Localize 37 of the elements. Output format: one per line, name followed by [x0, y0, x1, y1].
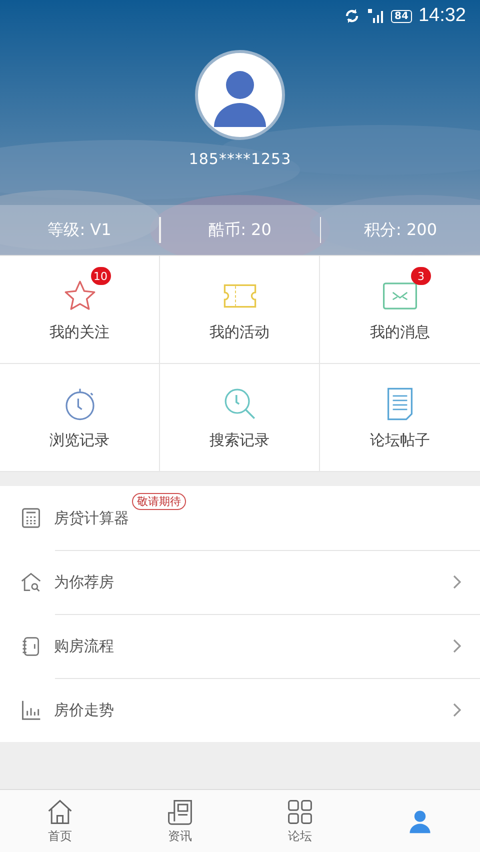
status-time: 14:32 [418, 5, 466, 27]
grid-item[interactable]: 浏览记录 [0, 364, 160, 472]
menu-item[interactable]: 房价走势 [0, 678, 480, 742]
coming-soon-tag: 敬请期待 [132, 492, 186, 510]
nav-tab[interactable]: 论坛 [240, 790, 360, 852]
menu-label: 为你荐房 [54, 572, 114, 592]
grid-item[interactable]: 论坛帖子 [320, 364, 480, 472]
grid-item[interactable]: 10 我的关注 [0, 256, 160, 364]
nav-tab[interactable]: 首页 [0, 790, 120, 852]
count-badge: 10 [90, 267, 110, 285]
grid-icon [286, 798, 314, 826]
menu-item[interactable]: 购房流程 [0, 614, 480, 678]
chevron-right-icon [452, 574, 462, 590]
chevron-right-icon [452, 702, 462, 718]
chevron-right-icon [452, 638, 462, 654]
grid-item[interactable]: 搜索记录 [160, 364, 320, 472]
menu-label: 房价走势 [54, 700, 114, 720]
home-icon [46, 798, 74, 826]
bar-chart-icon [20, 699, 42, 721]
count-badge: 3 [411, 267, 431, 285]
menu-label: 购房流程 [54, 636, 114, 656]
newspaper-icon [166, 798, 194, 826]
notebook-icon [20, 635, 42, 657]
menu-item[interactable]: 房贷计算器 敬请期待 [0, 486, 480, 550]
calculator-icon [20, 507, 42, 529]
battery-indicator: 84 [390, 10, 412, 22]
nav-tab[interactable]: 资讯 [120, 790, 240, 852]
stat-label: 积分: 200 [362, 220, 438, 240]
signal-icon [366, 8, 385, 24]
grid-item[interactable]: 我的活动 [160, 256, 320, 364]
house-search-icon [20, 571, 42, 593]
menu-item[interactable]: 为你荐房 [0, 550, 480, 614]
stat-label: 酷币: 20 [208, 220, 272, 240]
phone-number: 185****1253 [188, 150, 292, 168]
stat-label: 等级: V1 [46, 220, 112, 240]
grid-item[interactable]: 3 我的消息 [320, 256, 480, 364]
menu-label: 房贷计算器 [54, 508, 129, 528]
